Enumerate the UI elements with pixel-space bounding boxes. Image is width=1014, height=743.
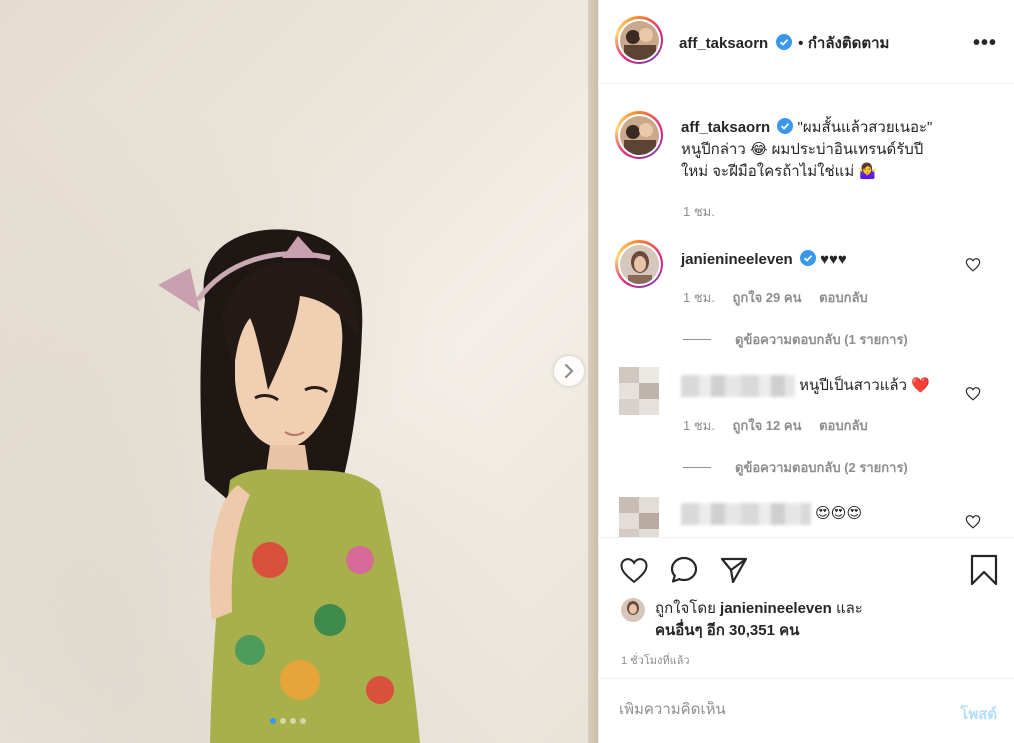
following-button[interactable]: กำลังติดตาม bbox=[808, 35, 890, 52]
carousel-dot bbox=[280, 718, 286, 724]
comment-likes-count[interactable]: ถูกใจ 29 คน bbox=[732, 290, 801, 305]
like-heart-icon[interactable] bbox=[619, 556, 649, 584]
add-comment-bar: โพสต์ bbox=[599, 678, 1014, 743]
liked-by-others[interactable]: คนอื่นๆ อีก 30,351 คน bbox=[655, 622, 799, 639]
comment-username[interactable]: janienineeleven bbox=[681, 251, 793, 268]
comment-item: หนูปีเป็นสาวแล้ว ❤️ bbox=[681, 375, 930, 398]
author-avatar[interactable] bbox=[615, 16, 663, 64]
carousel-dots bbox=[270, 718, 306, 724]
comment-meta: 1 ชม. ถูกใจ 12 คน ตอบกลับ bbox=[683, 415, 882, 436]
comment-like-heart-icon[interactable] bbox=[965, 514, 981, 529]
comment-text: ♥♥♥ bbox=[820, 251, 847, 268]
replies-divider bbox=[683, 467, 711, 468]
caption-timestamp: 1 ชม. bbox=[683, 204, 715, 219]
comment-username-blurred[interactable] bbox=[681, 503, 811, 526]
view-replies-label: ดูข้อความตอบกลับ (2 รายการ) bbox=[735, 460, 908, 475]
likes-text: ถูกใจโดย janienineeleven และ คนอื่นๆ อีก… bbox=[655, 598, 863, 642]
comment-username-blurred[interactable] bbox=[681, 375, 795, 398]
comment-avatar-blurred[interactable] bbox=[619, 497, 659, 537]
next-photo-button[interactable] bbox=[554, 356, 584, 386]
carousel-dot bbox=[300, 718, 306, 724]
comment-meta: 1 ชม. ถูกใจ 29 คน ตอบกลับ bbox=[683, 287, 882, 308]
carousel-dot-active bbox=[270, 718, 276, 724]
liker-avatar[interactable] bbox=[621, 598, 645, 622]
comment-text: หนูปีเป็นสาวแล้ว ❤️ bbox=[799, 377, 930, 394]
liked-by-user[interactable]: janienineeleven bbox=[720, 600, 832, 617]
view-replies-label: ดูข้อความตอบกลับ (1 รายการ) bbox=[735, 332, 908, 347]
post-caption: aff_taksaorn "ผมสั้นแล้วสวยเนอะ" หนูปีกล… bbox=[681, 117, 1001, 183]
comment-item: janienineeleven ♥♥♥ bbox=[681, 249, 847, 271]
post-actions-section: ถูกใจโดย janienineeleven และ คนอื่นๆ อีก… bbox=[599, 537, 1014, 743]
post-comment-button[interactable]: โพสต์ bbox=[960, 702, 997, 726]
comments-list[interactable]: aff_taksaorn "ผมสั้นแล้วสวยเนอะ" หนูปีกล… bbox=[599, 85, 1014, 537]
verified-badge-icon bbox=[775, 34, 792, 50]
post-header: aff_taksaorn • กำลังติดตาม ••• bbox=[599, 0, 1014, 84]
post-photo-illustration bbox=[158, 229, 420, 743]
add-comment-input[interactable] bbox=[619, 701, 939, 718]
author-username[interactable]: aff_taksaorn bbox=[679, 35, 768, 52]
share-direct-icon[interactable] bbox=[719, 555, 749, 585]
likes-summary: ถูกใจโดย janienineeleven และ คนอื่นๆ อีก… bbox=[621, 598, 863, 642]
comment-like-heart-icon[interactable] bbox=[965, 386, 981, 401]
comment-like-heart-icon[interactable] bbox=[965, 257, 981, 272]
view-replies-button[interactable]: ดูข้อความตอบกลับ (1 รายการ) bbox=[683, 329, 908, 350]
comment-time: 1 ชม. bbox=[683, 290, 715, 305]
carousel-dot bbox=[290, 718, 296, 724]
post-side-panel: aff_taksaorn • กำลังติดตาม ••• aff_taksa… bbox=[598, 0, 1014, 743]
liked-by-prefix: ถูกใจโดย bbox=[655, 600, 716, 617]
caption-username[interactable]: aff_taksaorn bbox=[681, 119, 770, 136]
post-time-ago[interactable]: 1 ชั่วโมงที่แล้ว bbox=[621, 651, 690, 669]
comment-text: 😍😍😍 bbox=[815, 505, 863, 522]
caption-author-avatar[interactable] bbox=[615, 111, 663, 159]
comment-time: 1 ชม. bbox=[683, 418, 715, 433]
comment-bubble-icon[interactable] bbox=[669, 555, 699, 585]
replies-divider bbox=[683, 339, 711, 340]
caption-quote: "ผมสั้นแล้วสวยเนอะ" bbox=[797, 119, 933, 136]
post-media[interactable] bbox=[0, 0, 598, 743]
author-avatar-image bbox=[619, 20, 659, 60]
chevron-right-icon bbox=[564, 364, 574, 378]
verified-badge-icon bbox=[799, 250, 816, 266]
comment-avatar-blurred[interactable] bbox=[619, 367, 659, 415]
verified-badge-icon bbox=[777, 118, 794, 134]
liked-by-and: และ bbox=[835, 600, 863, 617]
comment-avatar[interactable] bbox=[615, 240, 663, 288]
comment-item: 😍😍😍 bbox=[681, 503, 863, 526]
comment-likes-count[interactable]: ถูกใจ 12 คน bbox=[732, 418, 801, 433]
view-replies-button[interactable]: ดูข้อความตอบกลับ (2 รายการ) bbox=[683, 457, 908, 478]
comment-reply-button[interactable]: ตอบกลับ bbox=[819, 418, 868, 433]
follow-dot: • bbox=[798, 35, 804, 52]
comment-reply-button[interactable]: ตอบกลับ bbox=[819, 290, 868, 305]
more-options-icon[interactable]: ••• bbox=[973, 32, 997, 55]
save-bookmark-icon[interactable] bbox=[969, 554, 999, 586]
caption-line-3: ใหม่ จะฝีมือใครถ้าไม่ใช่แม่ 🤷‍♀️ bbox=[681, 163, 878, 180]
caption-line-2: หนูปีกล่าว 😂 ผมประบ่าอินเทรนด์รับปี bbox=[681, 141, 924, 158]
